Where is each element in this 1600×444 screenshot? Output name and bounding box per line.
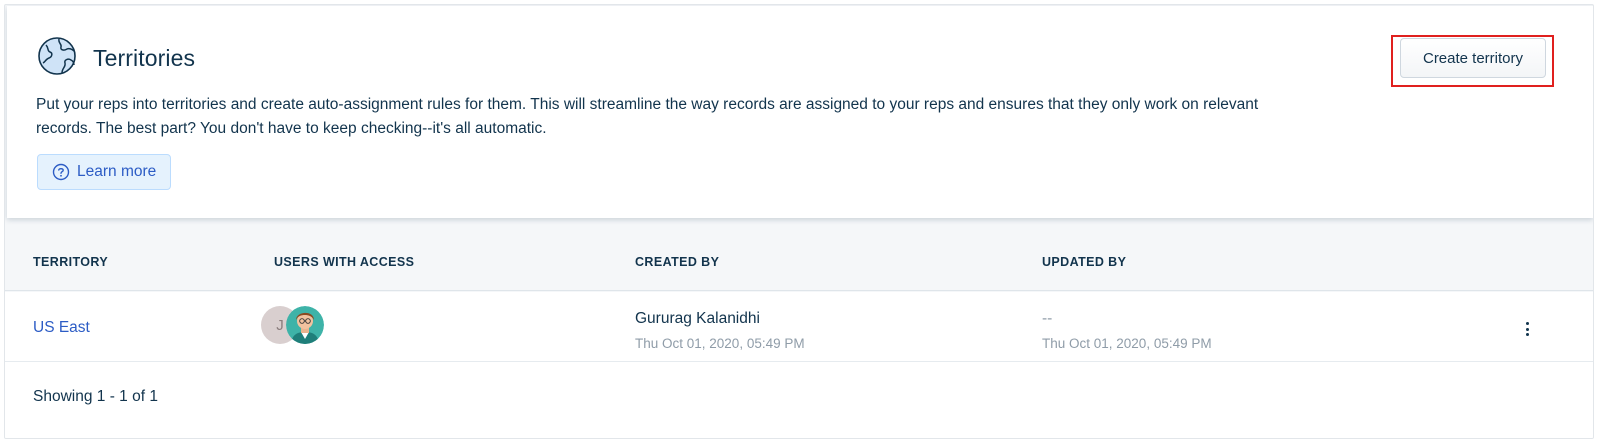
learn-more-label: Learn more bbox=[77, 163, 157, 180]
updated-by-name: -- bbox=[1042, 310, 1053, 327]
table-row[interactable]: US East J Gururag Kalanidhi Thu Oct 01, … bbox=[5, 292, 1593, 362]
learn-more-button[interactable]: Learn more bbox=[37, 154, 171, 190]
row-more-options-icon[interactable] bbox=[1517, 317, 1537, 341]
page-title: Territories bbox=[93, 45, 196, 71]
avatar[interactable] bbox=[286, 306, 324, 344]
updated-at-date: Thu Oct 01, 2020, 05:49 PM bbox=[1042, 336, 1212, 351]
created-at-date: Thu Oct 01, 2020, 05:49 PM bbox=[635, 336, 805, 351]
territories-header-card: Territories Put your reps into territori… bbox=[7, 6, 1593, 218]
created-by-name: Gururag Kalanidhi bbox=[635, 310, 760, 327]
help-circle-icon bbox=[52, 163, 70, 181]
column-header-territory[interactable]: TERRITORY bbox=[33, 255, 108, 269]
page-description: Put your reps into territories and creat… bbox=[36, 96, 1259, 137]
territories-panel: Territories Put your reps into territori… bbox=[4, 4, 1594, 439]
column-header-created-by[interactable]: CREATED BY bbox=[635, 255, 719, 269]
column-header-users-with-access[interactable]: USERS WITH ACCESS bbox=[274, 255, 414, 269]
column-header-updated-by[interactable]: UPDATED BY bbox=[1042, 255, 1126, 269]
table-footer: Showing 1 - 1 of 1 bbox=[5, 362, 1593, 438]
territory-link[interactable]: US East bbox=[33, 319, 90, 337]
create-territory-button[interactable]: Create territory bbox=[1400, 38, 1546, 78]
globe-icon bbox=[38, 37, 76, 75]
table-header: TERRITORY USERS WITH ACCESS CREATED BY U… bbox=[5, 225, 1593, 291]
pagination-summary: Showing 1 - 1 of 1 bbox=[33, 388, 158, 405]
